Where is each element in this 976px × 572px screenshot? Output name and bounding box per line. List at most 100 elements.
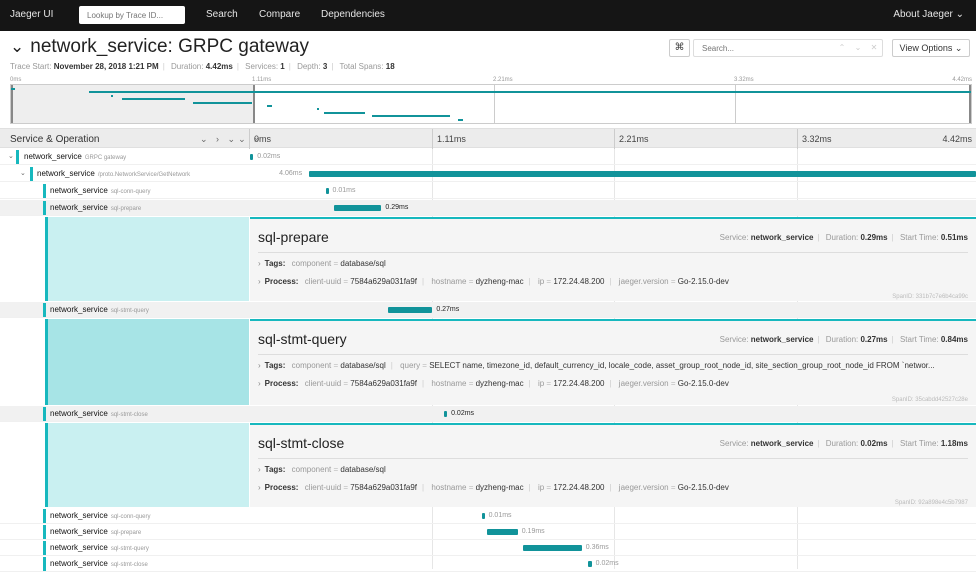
span-row[interactable]: network_service sql-conn-query 0.01ms	[0, 508, 976, 524]
span-operation-name: sql-conn-query	[110, 514, 151, 520]
span-detail-indent	[45, 217, 249, 301]
span-duration-bar[interactable]	[486, 529, 518, 535]
tags-section[interactable]: › Tags: component = database/sql	[258, 465, 968, 474]
trace-title[interactable]: ⌄ network_service: GRPC gateway	[10, 36, 309, 58]
span-operation-name: sql-stmt-close	[110, 412, 148, 418]
trace-start-value: November 28, 2018 1:21 PM	[53, 62, 159, 71]
brand-link[interactable]: Jaeger UI	[10, 9, 53, 20]
process-section[interactable]: › Process: client-uuid = 7584a629a031fa9f…	[258, 483, 968, 492]
nav-compare-link[interactable]: Compare	[259, 9, 300, 20]
trace-summary: Trace Start: November 28, 2018 1:21 PM | …	[10, 62, 395, 71]
next-result-icon[interactable]: ⌄	[851, 39, 865, 57]
divider	[258, 252, 968, 253]
nav-search-link[interactable]: Search	[206, 9, 238, 20]
span-operation-name: sql-stmt-close	[110, 562, 148, 568]
trace-id-lookup-input[interactable]	[79, 6, 185, 24]
chevron-right-icon[interactable]: ›	[258, 259, 261, 268]
span-service-name: network_service	[50, 527, 108, 536]
chevron-right-icon[interactable]: ›	[258, 483, 261, 492]
span-detail-indent	[45, 319, 249, 405]
header-gridline	[432, 129, 433, 149]
span-operation-name: sql-stmt-query	[110, 308, 149, 314]
collapse-chevron-icon[interactable]: ⌄	[10, 37, 24, 57]
span-detail-title: sql-stmt-query	[258, 331, 347, 347]
view-options-dropdown[interactable]: View Options ⌄	[892, 39, 970, 57]
span-service-name: network_service	[50, 305, 108, 314]
span-row[interactable]: network_service sql-stmt-query 0.27ms	[0, 302, 976, 318]
span-duration-bar[interactable]	[309, 171, 976, 177]
minimap-tick: 4.42ms	[952, 77, 972, 83]
timeline-tick: 0ms	[254, 134, 272, 144]
span-id: SpanID: 331b7c7e6b4ca99c	[892, 294, 968, 300]
span-detail-panel: sql-stmt-close Service: network_service |…	[0, 423, 976, 507]
about-jaeger-menu[interactable]: About Jaeger ⌄	[893, 9, 964, 20]
header-gridline	[797, 129, 798, 149]
span-duration-label: 0.36ms	[585, 544, 609, 551]
span-service-name: network_service	[37, 169, 95, 178]
divider	[258, 354, 968, 355]
span-duration-label: 0.01ms	[488, 512, 512, 519]
minimap-span-bar	[89, 91, 971, 94]
span-operation-name: GRPC gateway	[84, 155, 127, 161]
keyboard-shortcuts-button[interactable]: ⌘	[669, 39, 690, 57]
span-operation-name: sql-prepare	[110, 206, 142, 212]
span-row[interactable]: network_service sql-stmt-close 0.02ms	[0, 406, 976, 422]
span-duration-bar[interactable]	[443, 411, 448, 417]
span-row[interactable]: ⌄ network_service GRPC gateway 0.02ms	[0, 149, 976, 165]
chevron-right-icon[interactable]: ›	[258, 379, 261, 388]
minimap-span-bar	[193, 101, 253, 104]
trace-minimap[interactable]	[10, 84, 972, 124]
span-service-name: network_service	[50, 203, 108, 212]
span-duration-bar[interactable]	[481, 513, 485, 519]
span-duration-label: 0.02ms	[595, 560, 619, 567]
span-service-name: network_service	[50, 511, 108, 520]
span-detail-meta: Service: network_service | Duration: 0.29…	[719, 233, 968, 242]
span-row[interactable]: network_service sql-prepare 0.29ms	[0, 200, 976, 216]
services-value: 1	[280, 62, 285, 71]
span-id: SpanID: 92a898e4c5b7987	[894, 500, 968, 506]
minimap-span-bar	[458, 118, 463, 121]
span-row[interactable]: network_service sql-conn-query 0.01ms	[0, 183, 976, 199]
span-detail-title: sql-prepare	[258, 229, 329, 245]
span-row[interactable]: network_service sql-prepare 0.19ms	[0, 524, 976, 540]
minimap-tick: 0ms	[10, 77, 22, 83]
process-section[interactable]: › Process: client-uuid = 7584a629a031fa9f…	[258, 277, 968, 286]
minimap-span-bar	[11, 88, 16, 90]
collapse-chevron-icon[interactable]: ⌄	[20, 169, 26, 177]
minimap-span-bar	[323, 111, 366, 114]
expand-collapse-controls[interactable]: ⌄ › ⌄⌄ »	[200, 134, 262, 145]
chevron-right-icon[interactable]: ›	[258, 277, 261, 286]
top-nav: Jaeger UI Search Compare Dependencies Ab…	[0, 0, 976, 31]
tags-section[interactable]: › Tags: component = database/sql	[258, 259, 968, 268]
service-color-bar	[43, 541, 46, 555]
minimap-span-bar	[121, 98, 185, 101]
span-duration-bar[interactable]	[522, 545, 582, 551]
span-row[interactable]: ⌄ network_service/proto.NetworkService/G…	[0, 166, 976, 182]
span-service-name: network_service	[50, 543, 108, 552]
span-duration-bar[interactable]	[387, 307, 433, 313]
chevron-right-icon[interactable]: ›	[258, 361, 261, 370]
span-operation-name: sql-conn-query	[110, 189, 151, 195]
service-color-bar	[43, 201, 46, 215]
span-detail-panel: sql-prepare Service: network_service | Du…	[0, 217, 976, 301]
minimap-left-handle[interactable]	[11, 85, 13, 123]
prev-result-icon[interactable]: ⌃	[835, 39, 849, 57]
tags-section[interactable]: › Tags: component = database/sql | query =…	[258, 361, 968, 370]
span-duration-bar[interactable]	[333, 205, 382, 211]
chevron-right-icon[interactable]: ›	[258, 465, 261, 474]
process-section[interactable]: › Process: client-uuid = 7584a629a031fa9f…	[258, 379, 968, 388]
clear-search-icon[interactable]: ✕	[867, 39, 881, 57]
span-duration-bar[interactable]	[588, 561, 592, 567]
collapse-chevron-icon[interactable]: ⌄	[8, 152, 14, 160]
span-service-name: network_service	[50, 409, 108, 418]
timeline-tick: 2.21ms	[619, 134, 649, 144]
span-id: SpanID: 35cabdd42527c28e	[891, 397, 968, 403]
span-row[interactable]: network_service sql-stmt-query 0.36ms	[0, 540, 976, 556]
span-row[interactable]: network_service sql-stmt-close 0.02ms	[0, 556, 976, 572]
span-service-name: network_service	[24, 152, 82, 161]
span-duration-label: 0.19ms	[521, 528, 545, 535]
span-duration-bar[interactable]	[250, 154, 254, 160]
nav-dependencies-link[interactable]: Dependencies	[321, 9, 385, 20]
span-duration-bar[interactable]	[325, 188, 329, 194]
span-rows: ⌄ network_service GRPC gateway 0.02ms ⌄ n…	[0, 149, 976, 572]
